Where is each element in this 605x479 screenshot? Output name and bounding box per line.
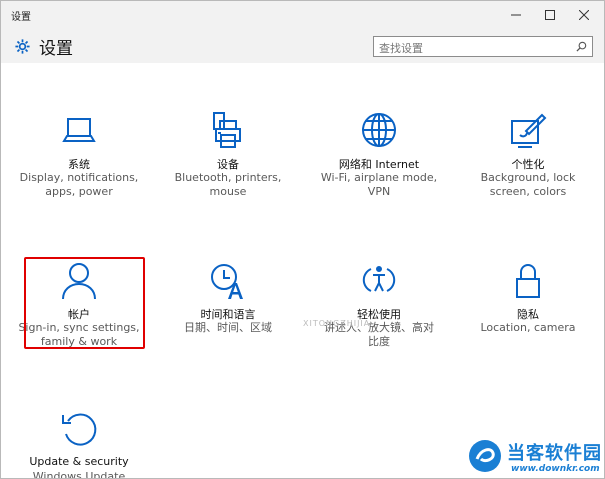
brand-url: www.downkr.com	[511, 464, 600, 474]
search-input[interactable]	[374, 39, 564, 58]
tile-network-desc-2: VPN	[367, 185, 391, 198]
tile-ease-of-access-desc-2: 比度	[368, 335, 390, 348]
tile-personalization-desc-1: Background, lock	[480, 171, 576, 184]
ease-of-access-icon	[362, 266, 396, 292]
tile-update-security-desc-1: Windows Update	[32, 470, 126, 479]
paint-icon	[511, 113, 547, 148]
search-box[interactable]	[373, 36, 593, 58]
minimize-icon	[511, 14, 521, 16]
globe-icon	[362, 113, 396, 147]
tile-privacy-name: 隐私	[517, 308, 539, 321]
tile-devices-name: 设备	[217, 158, 239, 171]
brand-name: 当客软件园	[507, 443, 602, 464]
brand-logo-icon	[469, 440, 501, 472]
tile-time-language-desc-1: 日期、时间、区域	[184, 321, 272, 334]
highlight-box	[24, 257, 145, 349]
tile-personalization-name: 个性化	[511, 158, 545, 171]
tile-devices[interactable]: 设备 Bluetooth, printers, mouse	[158, 111, 298, 201]
tile-network-name: 网络和 Internet	[338, 158, 420, 171]
window-title: 设置	[11, 12, 31, 23]
tile-update-security[interactable]: Update & security Windows Update	[9, 409, 149, 479]
tile-update-security-name: Update & security	[29, 455, 129, 468]
brand-logo: 当客软件园 www.downkr.com	[467, 433, 604, 478]
close-button[interactable]	[565, 1, 603, 29]
tile-personalization-desc-2: screen, colors	[489, 185, 567, 198]
tile-time-language[interactable]: 时间和语言 日期、时间、区域	[158, 261, 298, 351]
tile-privacy[interactable]: 隐私 Location, camera	[458, 261, 598, 351]
tile-system-desc-1: Display, notifications,	[19, 171, 139, 184]
tile-privacy-desc-1: Location, camera	[480, 321, 576, 334]
settings-window: 设置 设置 查找设置 系统 Display, notifications, ap…	[0, 0, 605, 479]
refresh-icon	[62, 413, 97, 446]
tile-devices-desc-1: Bluetooth, printers,	[174, 171, 282, 184]
tile-personalization[interactable]: 个性化 Background, lock screen, colors	[458, 111, 598, 201]
tile-network-desc-1: Wi-Fi, airplane mode,	[320, 171, 438, 184]
watermark: XITONGZHIJIA	[303, 319, 371, 328]
title-bar[interactable]: 设置	[1, 1, 604, 29]
search-icon[interactable]	[576, 41, 587, 52]
tile-network[interactable]: 网络和 Internet Wi-Fi, airplane mode, VPN	[309, 111, 449, 201]
tile-devices-desc-2: mouse	[209, 185, 247, 198]
clock-language-icon	[211, 264, 243, 299]
close-icon	[579, 10, 589, 20]
tile-system-name: 系统	[68, 158, 90, 171]
tile-ease-of-access[interactable]: 轻松使用 讲述人、放大镜、高对 比度	[309, 261, 449, 351]
tile-time-language-name: 时间和语言	[200, 308, 256, 321]
maximize-icon	[545, 10, 555, 20]
settings-header: 设置	[1, 29, 604, 63]
gear-icon	[15, 39, 30, 54]
tile-system[interactable]: 系统 Display, notifications, apps, power	[9, 111, 149, 201]
tile-system-desc-2: apps, power	[45, 185, 113, 198]
laptop-icon	[62, 118, 96, 142]
minimize-button[interactable]	[497, 1, 535, 29]
lock-icon	[516, 264, 540, 298]
page-title: 设置	[39, 39, 73, 59]
maximize-button[interactable]	[531, 1, 569, 29]
printer-icon	[213, 112, 241, 148]
